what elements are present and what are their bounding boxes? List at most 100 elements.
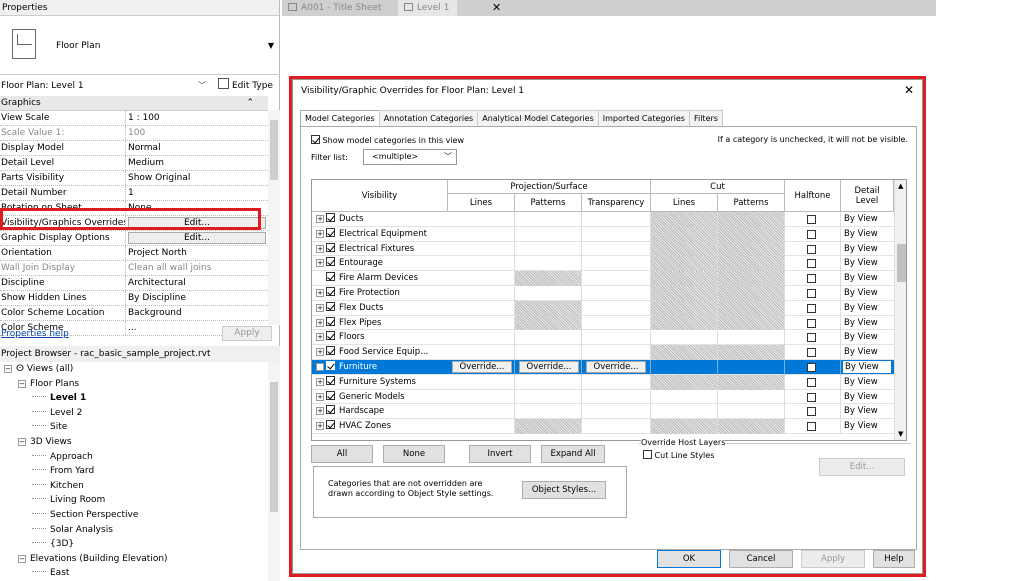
properties-footer: Properties help Apply: [0, 326, 280, 342]
chevron-down-icon[interactable]: ▼: [268, 41, 274, 50]
tree-line: [32, 498, 46, 500]
property-value[interactable]: Normal: [126, 141, 268, 155]
property-name: Display Model: [0, 141, 126, 155]
tree-line: [32, 425, 46, 427]
browser-node[interactable]: − Elevations (Building Elevation): [0, 552, 268, 567]
node-label: Kitchen: [50, 480, 84, 491]
tab-level-1[interactable]: Level 1: [398, 0, 458, 16]
collapse-icon[interactable]: −: [18, 437, 26, 446]
browser-node[interactable]: Solar Analysis: [0, 523, 268, 538]
tree-line: [32, 410, 46, 412]
view-tabs: A001 - Title Sheet Level 1 ✕: [282, 0, 936, 16]
browser-node[interactable]: − ⵙ Views (all): [0, 362, 268, 377]
tab-title-sheet[interactable]: A001 - Title Sheet: [288, 0, 381, 16]
property-value[interactable]: Architectural: [126, 276, 268, 290]
edit-type-button[interactable]: Edit Type: [218, 78, 273, 94]
property-row[interactable]: Color Scheme Location Background: [0, 306, 268, 321]
browser-node[interactable]: Level 2: [0, 406, 268, 421]
property-row[interactable]: Graphic Display Options Edit...: [0, 231, 268, 246]
apply-button[interactable]: Apply: [222, 326, 272, 341]
close-tab-icon[interactable]: ✕: [492, 0, 501, 16]
instance-label: Floor Plan: Level 1: [1, 81, 84, 91]
node-label: Floor Plans: [30, 378, 80, 389]
node-label: Section Perspective: [50, 509, 139, 520]
property-row[interactable]: Discipline Architectural: [0, 276, 268, 291]
tree-line: [32, 512, 46, 514]
instance-dropdown-icon[interactable]: ﹀: [198, 78, 206, 94]
tree-line: [32, 454, 46, 456]
tree-line: [32, 542, 46, 544]
browser-node[interactable]: Level 1: [0, 391, 268, 406]
type-selector[interactable]: Floor Plan ▼: [0, 17, 280, 75]
project-browser-header: Project Browser - rac_basic_sample_proje…: [0, 346, 280, 362]
tree-line: [32, 396, 46, 398]
property-row[interactable]: Graphics ⌃: [0, 96, 268, 111]
collapse-icon[interactable]: ⌃: [246, 96, 254, 110]
browser-node[interactable]: − Floor Plans: [0, 377, 268, 392]
properties-panel: Properties Floor Plan ▼ Floor Plan: Leve…: [0, 0, 280, 581]
property-name: Detail Number: [0, 186, 126, 200]
property-name: Show Hidden Lines: [0, 291, 126, 305]
browser-node[interactable]: Living Room: [0, 493, 268, 508]
node-label: From Yard: [50, 466, 95, 477]
highlight-box: [289, 76, 926, 577]
node-label: Views (all): [26, 364, 74, 374]
property-row[interactable]: Wall Join Display Clean all wall joins: [0, 261, 268, 276]
node-label: Living Room: [50, 495, 106, 506]
browser-node[interactable]: Section Perspective: [0, 508, 268, 523]
scroll-thumb[interactable]: [270, 120, 278, 180]
node-label: Approach: [50, 451, 93, 462]
property-value[interactable]: Show Original: [126, 171, 268, 185]
instance-bar: Floor Plan: Level 1 ﹀ Edit Type: [0, 78, 280, 94]
property-value[interactable]: 1 : 100: [126, 111, 268, 125]
browser-node[interactable]: −3D Views: [0, 435, 268, 450]
property-row[interactable]: View Scale 1 : 100: [0, 111, 268, 126]
property-name: Orientation: [0, 246, 126, 260]
floor-plan-icon: [404, 3, 413, 11]
collapse-icon[interactable]: −: [18, 379, 26, 388]
project-browser-tree: − ⵙ Views (all) − Floor Plans Level 1 Level 2…: [0, 362, 268, 581]
tree-line: [32, 483, 46, 485]
highlight-box: [0, 208, 261, 230]
property-value[interactable]: Medium: [126, 156, 268, 170]
property-name: Wall Join Display: [0, 261, 126, 275]
property-row[interactable]: Orientation Project North: [0, 246, 268, 261]
property-value[interactable]: 100: [126, 126, 268, 140]
properties-help-link[interactable]: Properties help: [1, 326, 69, 342]
floor-plan-icon: [12, 29, 36, 59]
node-label: Site: [50, 422, 68, 433]
collapse-icon[interactable]: −: [18, 554, 26, 563]
property-value[interactable]: 1: [126, 186, 268, 200]
property-row[interactable]: Display Model Normal: [0, 141, 268, 156]
browser-node[interactable]: Site: [0, 420, 268, 435]
browser-node[interactable]: Approach: [0, 450, 268, 465]
property-row[interactable]: Show Hidden Lines By Discipline: [0, 291, 268, 306]
browser-node[interactable]: From Yard: [0, 464, 268, 479]
property-name: View Scale: [0, 111, 126, 125]
browser-node[interactable]: {3D}: [0, 537, 268, 552]
property-value[interactable]: Project North: [126, 246, 268, 260]
property-name: Scale Value 1:: [0, 126, 126, 140]
node-label: Level 2: [50, 407, 83, 418]
property-value[interactable]: Background: [126, 306, 268, 320]
property-value[interactable]: By Discipline: [126, 291, 268, 305]
property-name: Graphics: [1, 98, 41, 108]
node-label: Level 1: [50, 393, 87, 404]
node-label: Elevations (Building Elevation): [30, 553, 168, 564]
property-value[interactable]: Clean all wall joins: [126, 261, 268, 275]
property-row[interactable]: Detail Number 1: [0, 186, 268, 201]
tree-line: [32, 571, 46, 573]
properties-scrollbar[interactable]: [268, 110, 280, 325]
property-row[interactable]: Scale Value 1: 100: [0, 126, 268, 141]
property-row[interactable]: Detail Level Medium: [0, 156, 268, 171]
views-icon: ⵙ: [16, 364, 27, 374]
browser-node[interactable]: East: [0, 566, 268, 581]
tree-line: [32, 469, 46, 471]
property-row[interactable]: Parts Visibility Show Original: [0, 171, 268, 186]
browser-node[interactable]: Kitchen: [0, 479, 268, 494]
collapse-icon[interactable]: −: [4, 365, 12, 373]
scroll-thumb[interactable]: [270, 382, 278, 512]
browser-scrollbar[interactable]: [268, 362, 280, 581]
node-label: {3D}: [50, 539, 75, 550]
edit-button[interactable]: Edit...: [128, 232, 266, 244]
